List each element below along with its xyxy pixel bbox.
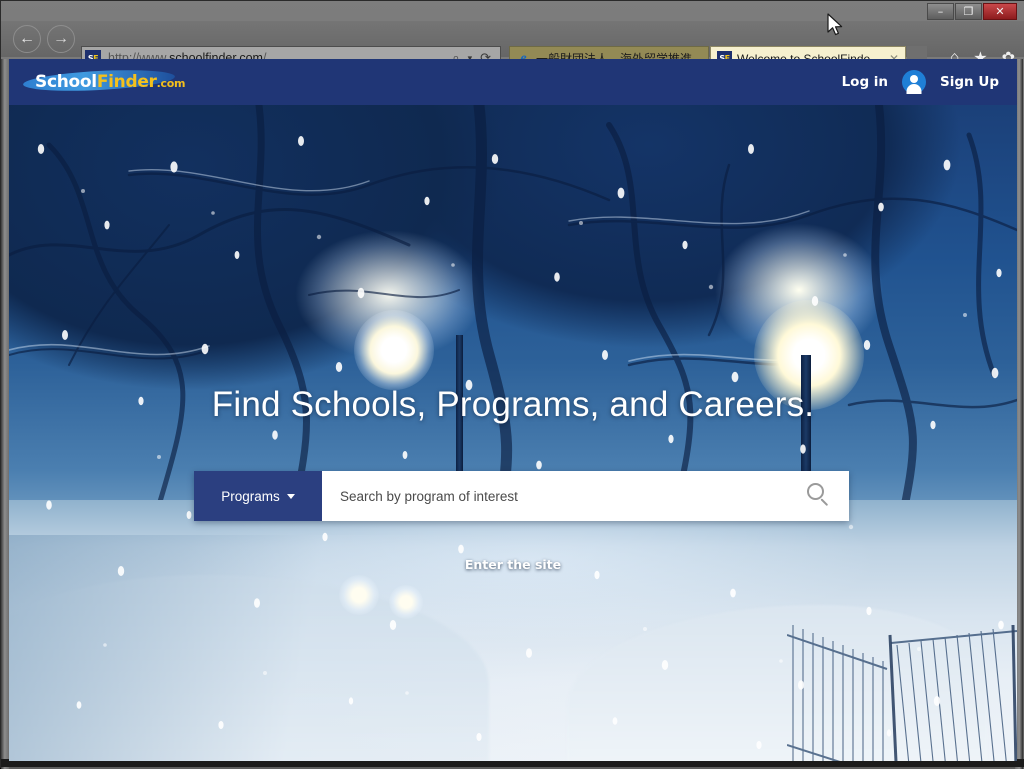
page-viewport: SchoolFinder.com Log in Sign Up (9, 59, 1017, 761)
hero-section: Find Schools, Programs, and Careers. Pro… (9, 105, 1017, 761)
forward-arrow-icon: → (53, 30, 69, 48)
hero-headline: Find Schools, Programs, and Careers. (9, 385, 1017, 425)
header-account-area: Log in Sign Up (842, 70, 999, 94)
schoolfinder-logo[interactable]: SchoolFinder.com (23, 67, 188, 97)
streetlamp-glow-left (354, 310, 434, 390)
distant-light-a (339, 575, 379, 615)
chevron-down-icon (287, 494, 295, 499)
close-icon: ✕ (995, 6, 1004, 17)
browser-toolbar: ← → SF http://www.schoolfinder.com/ ⌕ ▾ … (1, 21, 1024, 57)
user-avatar-icon[interactable] (902, 70, 926, 94)
search-input[interactable] (338, 488, 799, 505)
title-bar: – ❐ ✕ (1, 1, 1024, 21)
enter-site-link[interactable]: Enter the site (9, 557, 1017, 572)
window-left-border (1, 59, 9, 769)
site-header: SchoolFinder.com Log in Sign Up (9, 59, 1017, 105)
logo-text: SchoolFinder.com (35, 72, 185, 92)
programs-dropdown-label: Programs (221, 489, 280, 504)
programs-dropdown[interactable]: Programs (194, 471, 322, 521)
back-button[interactable]: ← (13, 25, 41, 53)
maximize-icon: ❐ (964, 6, 974, 17)
signup-link[interactable]: Sign Up (940, 74, 999, 90)
distant-light-b (389, 585, 423, 619)
metal-fence-graphic (787, 625, 1017, 761)
close-window-button[interactable]: ✕ (983, 3, 1017, 20)
forward-button[interactable]: → (47, 25, 75, 53)
search-magnifier-icon[interactable] (807, 483, 833, 509)
minimize-button[interactable]: – (927, 3, 954, 20)
login-link[interactable]: Log in (842, 74, 888, 90)
back-arrow-icon: ← (19, 30, 35, 48)
browser-window: – ❐ ✕ ← → SF http://www.schoolfinder.com… (0, 0, 1024, 768)
search-field-container[interactable] (322, 471, 849, 521)
mouse-cursor (827, 13, 845, 39)
minimize-icon: – (938, 6, 944, 17)
hero-search-bar: Programs (194, 471, 849, 521)
window-controls: – ❐ ✕ (927, 3, 1017, 20)
maximize-button[interactable]: ❐ (955, 3, 982, 20)
